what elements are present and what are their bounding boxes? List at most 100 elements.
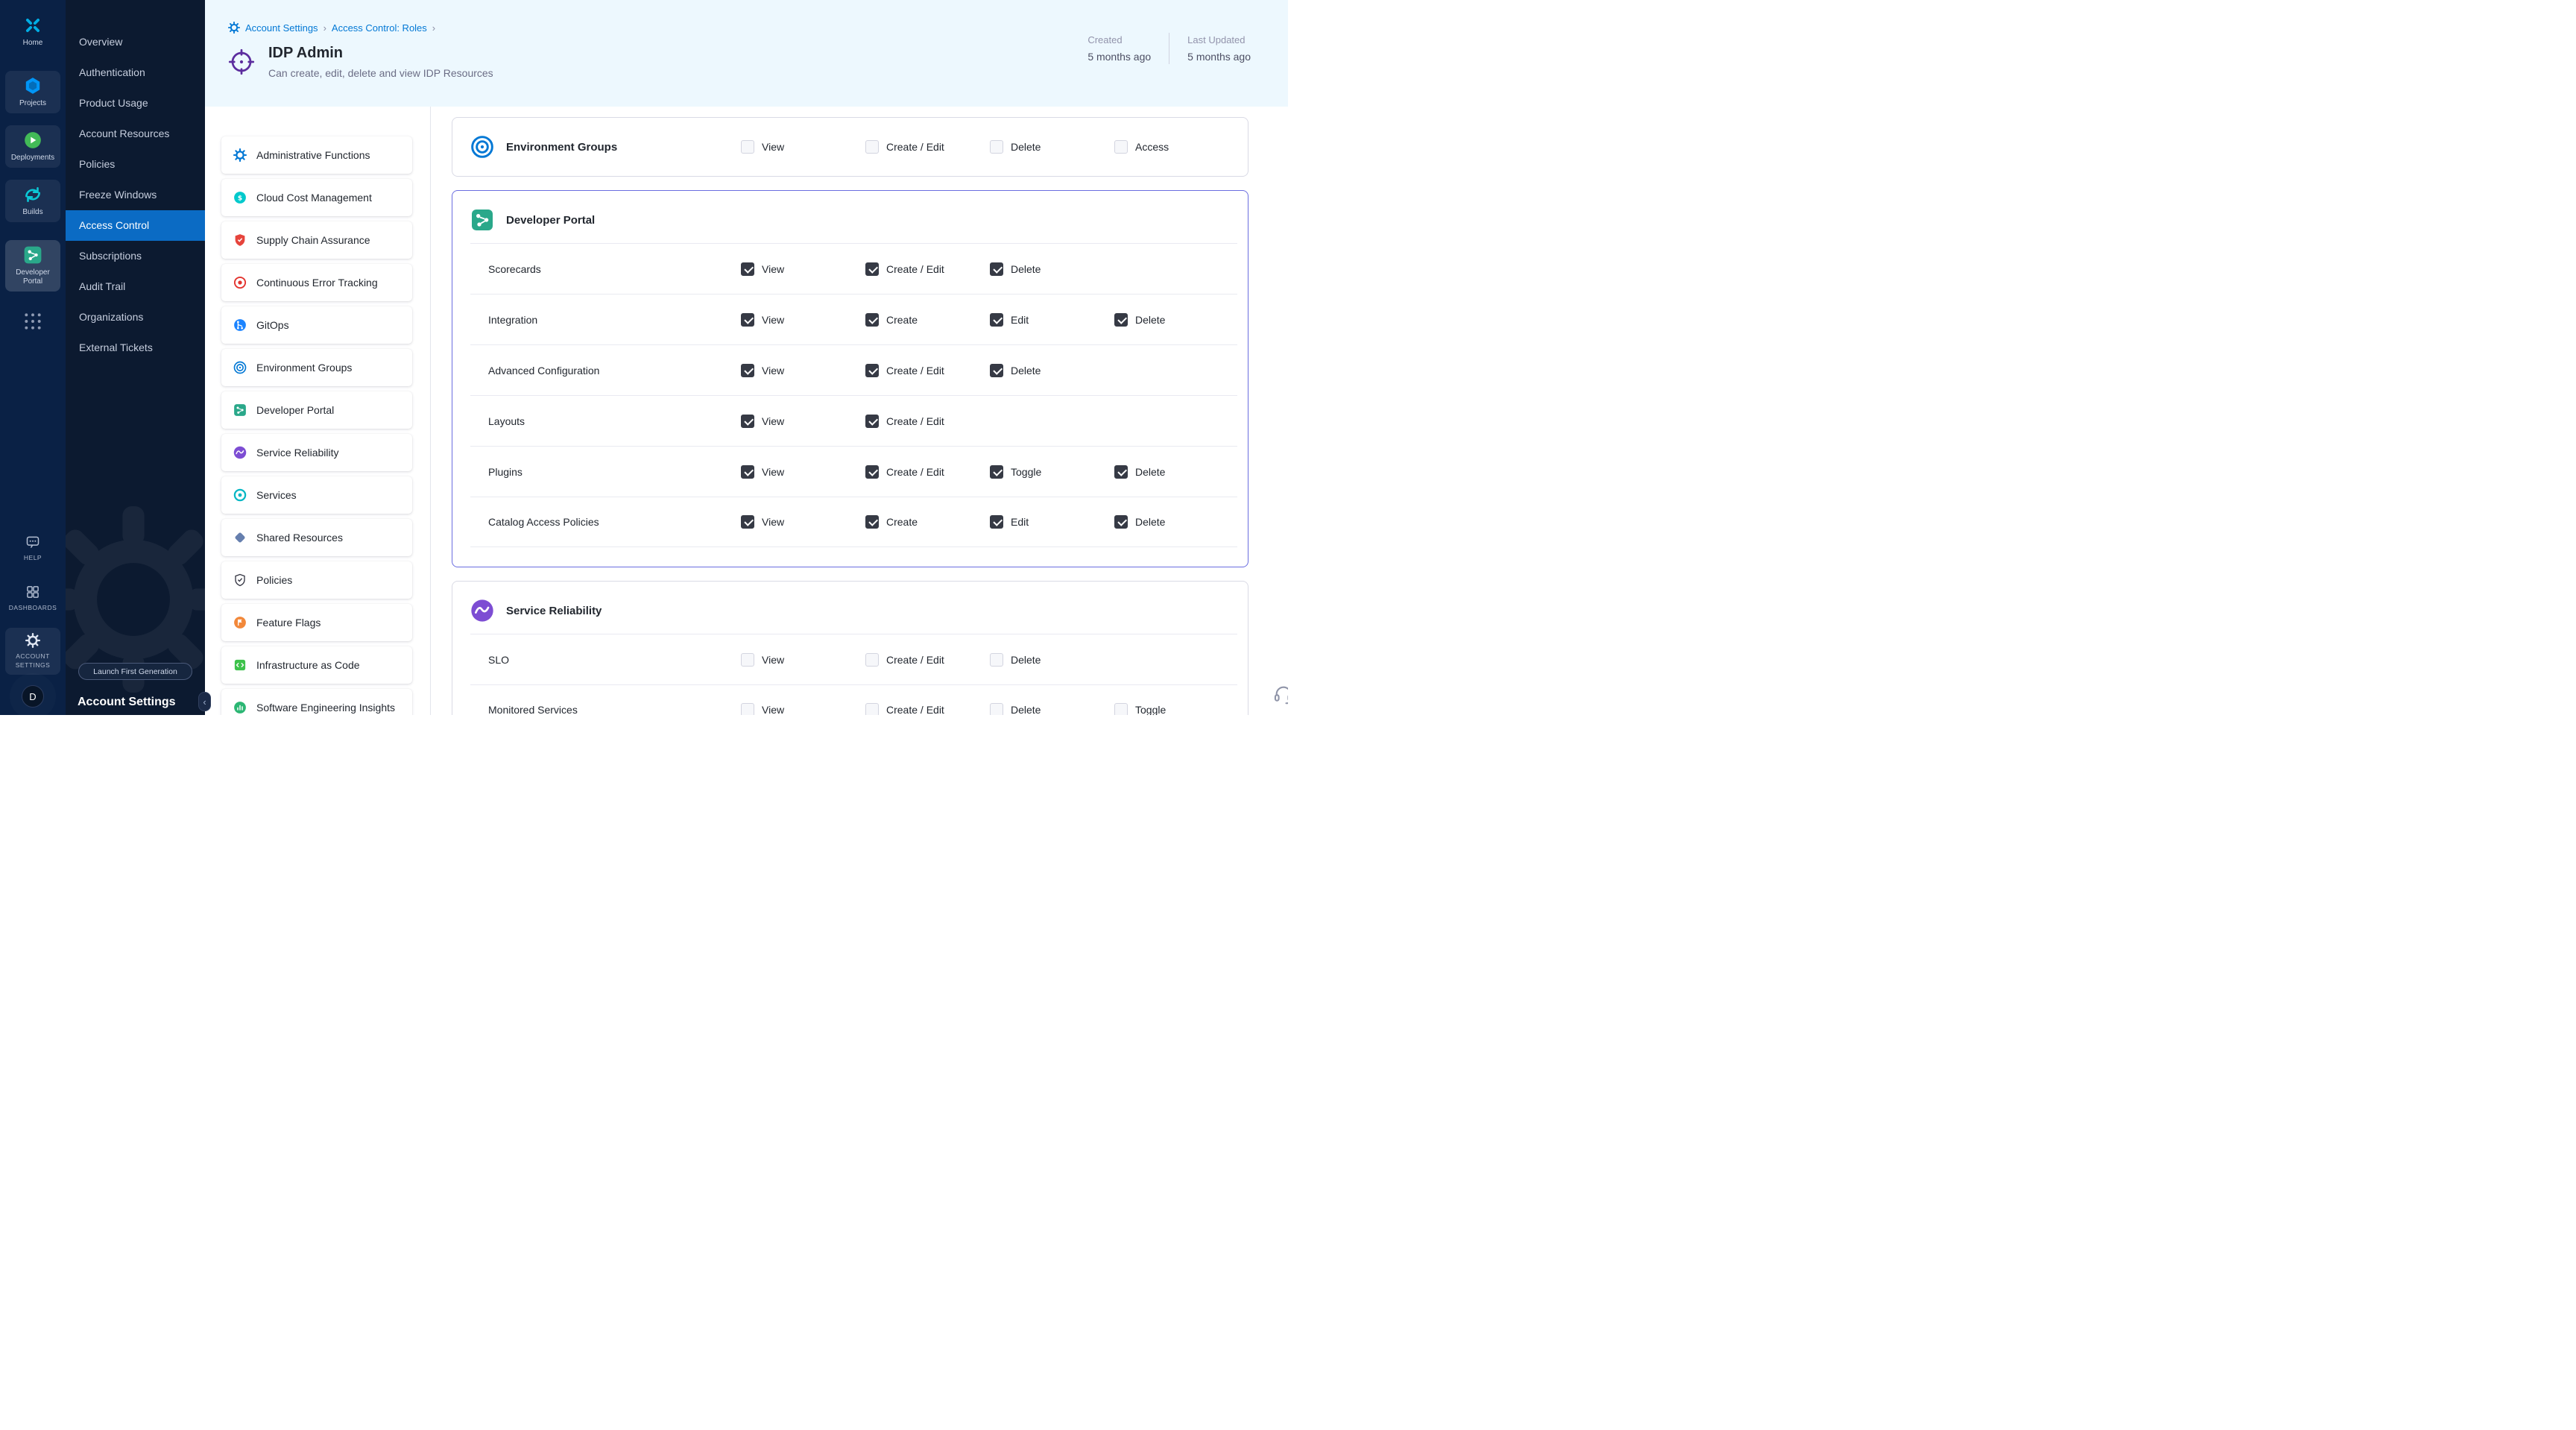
- resource-service-reliability[interactable]: Service Reliability: [221, 434, 412, 471]
- checkbox-delete[interactable]: [990, 703, 1003, 715]
- permission-monitored-services-toggle[interactable]: Toggle: [1114, 703, 1237, 715]
- permission-catalog-access-policies-edit[interactable]: Edit: [990, 515, 1114, 529]
- sidebar-item-overview[interactable]: Overview: [66, 27, 205, 57]
- sidebar-item-policies[interactable]: Policies: [66, 149, 205, 180]
- permission-catalog-access-policies-view[interactable]: View: [741, 515, 865, 529]
- resource-cloud-cost-management[interactable]: $Cloud Cost Management: [221, 179, 412, 216]
- checkbox-create[interactable]: [865, 313, 879, 327]
- sidebar-item-authentication[interactable]: Authentication: [66, 57, 205, 88]
- nav-help[interactable]: HELP: [5, 529, 60, 567]
- checkbox-edit[interactable]: [990, 515, 1003, 529]
- checkbox-view[interactable]: [741, 703, 754, 715]
- permission-plugins-toggle[interactable]: Toggle: [990, 465, 1114, 479]
- checkbox-delete[interactable]: [1114, 313, 1128, 327]
- launch-first-generation-button[interactable]: Launch First Generation: [78, 663, 192, 680]
- nav-account-settings[interactable]: ACCOUNT SETTINGS: [5, 628, 60, 675]
- checkbox-edit[interactable]: [990, 313, 1003, 327]
- permission-slo-view[interactable]: View: [741, 653, 865, 667]
- permission-environment-groups-delete[interactable]: Delete: [990, 140, 1114, 154]
- checkbox-create-edit[interactable]: [865, 140, 879, 154]
- nav-projects[interactable]: Projects: [5, 71, 60, 113]
- nav-modules[interactable]: [5, 306, 60, 336]
- permission-plugins-view[interactable]: View: [741, 465, 865, 479]
- resource-services[interactable]: Services: [221, 476, 412, 514]
- permission-environment-groups-access[interactable]: Access: [1114, 140, 1237, 154]
- resource-infrastructure-as-code[interactable]: Infrastructure as Code: [221, 646, 412, 684]
- permission-slo-create-edit[interactable]: Create / Edit: [865, 653, 990, 667]
- permission-slo-delete[interactable]: Delete: [990, 653, 1114, 667]
- resource-feature-flags[interactable]: Feature Flags: [221, 604, 412, 641]
- checkbox-delete[interactable]: [990, 364, 1003, 377]
- checkbox-view[interactable]: [741, 515, 754, 529]
- sidebar-collapse-button[interactable]: ‹: [198, 692, 211, 711]
- resource-software-engineering-insights[interactable]: Software Engineering Insights: [221, 689, 412, 715]
- checkbox-delete[interactable]: [990, 262, 1003, 276]
- checkbox-create-edit[interactable]: [865, 653, 879, 667]
- checkbox-access[interactable]: [1114, 140, 1128, 154]
- permission-integration-view[interactable]: View: [741, 313, 865, 327]
- sidebar-item-access-control[interactable]: Access Control: [66, 210, 205, 241]
- checkbox-toggle[interactable]: [990, 465, 1003, 479]
- resource-continuous-error-tracking[interactable]: Continuous Error Tracking: [221, 264, 412, 301]
- resource-shared-resources[interactable]: Shared Resources: [221, 519, 412, 556]
- permission-scorecards-delete[interactable]: Delete: [990, 262, 1114, 276]
- permission-layouts-view[interactable]: View: [741, 415, 865, 428]
- checkbox-create-edit[interactable]: [865, 703, 879, 715]
- permission-monitored-services-delete[interactable]: Delete: [990, 703, 1114, 715]
- sidebar-item-subscriptions[interactable]: Subscriptions: [66, 241, 205, 271]
- permission-plugins-create-edit[interactable]: Create / Edit: [865, 465, 990, 479]
- sidebar-item-account-resources[interactable]: Account Resources: [66, 119, 205, 149]
- user-avatar[interactable]: D: [22, 685, 44, 708]
- permission-monitored-services-create-edit[interactable]: Create / Edit: [865, 703, 990, 715]
- resource-policies[interactable]: Policies: [221, 561, 412, 599]
- breadcrumb-account-settings[interactable]: Account Settings: [245, 22, 318, 34]
- nav-builds[interactable]: Builds: [5, 180, 60, 222]
- sidebar-item-audit-trail[interactable]: Audit Trail: [66, 271, 205, 302]
- permission-integration-edit[interactable]: Edit: [990, 313, 1114, 327]
- checkbox-view[interactable]: [741, 465, 754, 479]
- nav-developer-portal[interactable]: Developer Portal: [5, 240, 60, 292]
- resource-developer-portal[interactable]: Developer Portal: [221, 391, 412, 429]
- checkbox-delete[interactable]: [1114, 515, 1128, 529]
- permission-advanced-configuration-view[interactable]: View: [741, 364, 865, 377]
- checkbox-view[interactable]: [741, 140, 754, 154]
- permission-integration-create[interactable]: Create: [865, 313, 990, 327]
- checkbox-create-edit[interactable]: [865, 364, 879, 377]
- checkbox-delete[interactable]: [990, 140, 1003, 154]
- permission-scorecards-create-edit[interactable]: Create / Edit: [865, 262, 990, 276]
- resource-supply-chain-assurance[interactable]: Supply Chain Assurance: [221, 221, 412, 259]
- nav-home[interactable]: Home: [5, 10, 60, 53]
- support-headset-icon[interactable]: [1273, 684, 1288, 705]
- permission-monitored-services-view[interactable]: View: [741, 703, 865, 715]
- permission-catalog-access-policies-delete[interactable]: Delete: [1114, 515, 1237, 529]
- checkbox-view[interactable]: [741, 415, 754, 428]
- checkbox-view[interactable]: [741, 653, 754, 667]
- permission-plugins-delete[interactable]: Delete: [1114, 465, 1237, 479]
- permission-layouts-create-edit[interactable]: Create / Edit: [865, 415, 990, 428]
- checkbox-create[interactable]: [865, 515, 879, 529]
- checkbox-create-edit[interactable]: [865, 415, 879, 428]
- permission-advanced-configuration-delete[interactable]: Delete: [990, 364, 1114, 377]
- checkbox-create-edit[interactable]: [865, 465, 879, 479]
- nav-deployments[interactable]: Deployments: [5, 125, 60, 168]
- checkbox-toggle[interactable]: [1114, 703, 1128, 715]
- permission-advanced-configuration-create-edit[interactable]: Create / Edit: [865, 364, 990, 377]
- resource-gitops[interactable]: GitOps: [221, 306, 412, 344]
- checkbox-create-edit[interactable]: [865, 262, 879, 276]
- sidebar-item-freeze-windows[interactable]: Freeze Windows: [66, 180, 205, 210]
- sidebar-item-external-tickets[interactable]: External Tickets: [66, 333, 205, 363]
- resource-environment-groups[interactable]: Environment Groups: [221, 349, 412, 386]
- checkbox-view[interactable]: [741, 313, 754, 327]
- permission-integration-delete[interactable]: Delete: [1114, 313, 1237, 327]
- sidebar-item-organizations[interactable]: Organizations: [66, 302, 205, 333]
- permission-environment-groups-view[interactable]: View: [741, 140, 865, 154]
- checkbox-view[interactable]: [741, 364, 754, 377]
- nav-dashboards[interactable]: DASHBOARDS: [5, 579, 60, 617]
- permission-environment-groups-create-edit[interactable]: Create / Edit: [865, 140, 990, 154]
- permission-catalog-access-policies-create[interactable]: Create: [865, 515, 990, 529]
- breadcrumb-access-control-roles[interactable]: Access Control: Roles: [332, 22, 427, 34]
- resource-administrative-functions[interactable]: Administrative Functions: [221, 136, 412, 174]
- permission-scorecards-view[interactable]: View: [741, 262, 865, 276]
- checkbox-view[interactable]: [741, 262, 754, 276]
- checkbox-delete[interactable]: [1114, 465, 1128, 479]
